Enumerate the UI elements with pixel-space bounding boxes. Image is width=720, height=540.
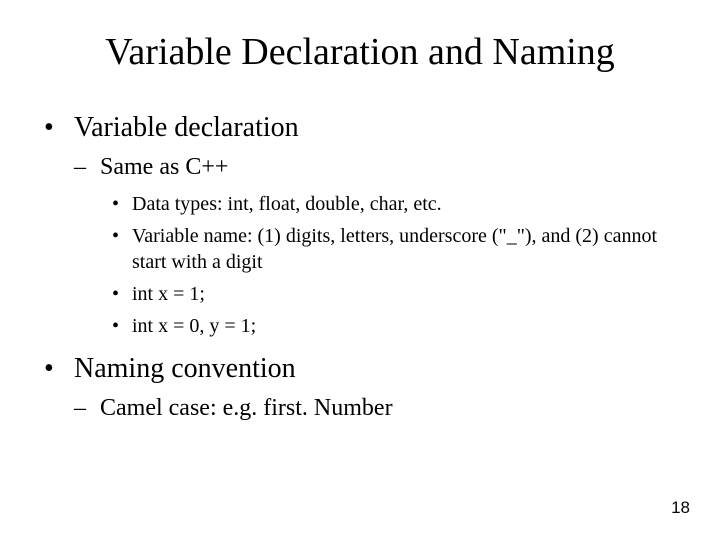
bullet-level1: • Naming convention	[44, 353, 690, 385]
bullet-level3: • Data types: int, float, double, char, …	[112, 191, 690, 217]
level3-group: • Data types: int, float, double, char, …	[112, 191, 690, 339]
bullet-dash-icon: –	[74, 154, 100, 181]
bullet-dot-icon: •	[44, 112, 74, 144]
slide-content: • Variable declaration – Same as C++ • D…	[0, 112, 720, 422]
level3-text: int x = 0, y = 1;	[132, 313, 690, 339]
bullet-dash-icon: –	[74, 395, 100, 422]
bullet-level3: • int x = 0, y = 1;	[112, 313, 690, 339]
section-1: • Variable declaration – Same as C++ • D…	[44, 112, 690, 339]
bullet-dot-icon: •	[44, 353, 74, 385]
slide-title: Variable Declaration and Naming	[0, 0, 720, 74]
level3-text: int x = 1;	[132, 281, 690, 307]
bullet-dot-icon: •	[112, 191, 132, 217]
bullet-level3: • Variable name: (1) digits, letters, un…	[112, 223, 690, 275]
bullet-dot-icon: •	[112, 281, 132, 307]
bullet-level1: • Variable declaration	[44, 112, 690, 144]
level3-text: Data types: int, float, double, char, et…	[132, 191, 690, 217]
level1-text: Naming convention	[74, 353, 296, 385]
bullet-level2: – Camel case: e.g. first. Number	[74, 395, 690, 422]
level1-text: Variable declaration	[74, 112, 299, 144]
bullet-level3: • int x = 1;	[112, 281, 690, 307]
bullet-level2: – Same as C++	[74, 154, 690, 181]
section-2: • Naming convention – Camel case: e.g. f…	[44, 353, 690, 422]
level2-text: Camel case: e.g. first. Number	[100, 395, 393, 422]
bullet-dot-icon: •	[112, 313, 132, 339]
page-number: 18	[671, 498, 690, 518]
bullet-dot-icon: •	[112, 223, 132, 275]
level3-text: Variable name: (1) digits, letters, unde…	[132, 223, 690, 275]
level2-text: Same as C++	[100, 154, 228, 181]
